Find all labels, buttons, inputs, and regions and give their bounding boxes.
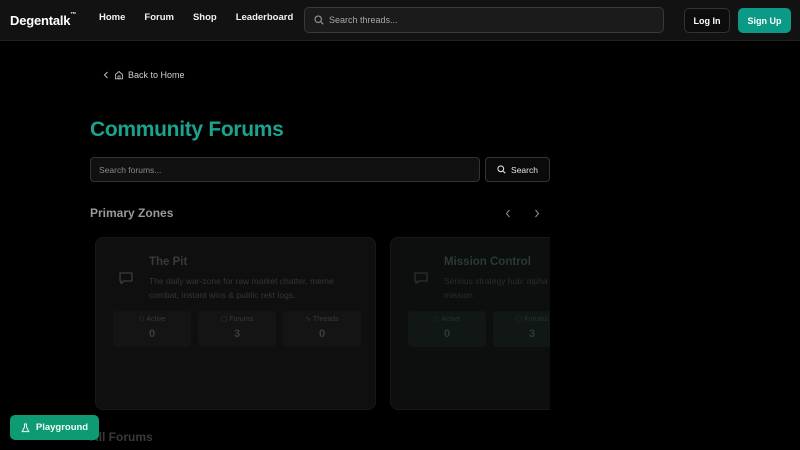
- chevron-left-icon: [103, 71, 108, 79]
- stat-forums: ▢ Forums 3: [198, 311, 276, 347]
- forum-search-button[interactable]: Search: [485, 157, 550, 182]
- zone-stats: ⚇ Active 0 ▢ Forums 3: [408, 311, 550, 347]
- chevron-right-icon: [535, 209, 540, 217]
- playground-button-label: Playground: [35, 422, 89, 433]
- carousel-prev-button[interactable]: [501, 206, 515, 220]
- zone-card-the-pit[interactable]: The Pit The daily war-zone for raw marke…: [95, 237, 376, 410]
- thread-search-box: [304, 7, 664, 33]
- signup-button[interactable]: Sign Up: [738, 8, 791, 33]
- playground-button[interactable]: Playground: [10, 415, 99, 440]
- thread-search-input[interactable]: [329, 8, 649, 32]
- zone-name: The Pit: [149, 256, 188, 268]
- back-link-label: Back to Home: [128, 70, 185, 80]
- stat-active: ⚇ Active 0: [408, 311, 486, 347]
- search-icon: [314, 15, 324, 25]
- primary-zones-title: Primary Zones: [90, 206, 174, 220]
- chat-icon: [119, 272, 133, 285]
- forum-search-box: [90, 157, 480, 182]
- stat-threads: ∿ Threads 0: [283, 311, 361, 347]
- nav-shop[interactable]: Shop: [193, 12, 217, 23]
- home-icon: [115, 70, 123, 80]
- carousel-next-button[interactable]: [530, 206, 544, 220]
- nav-home[interactable]: Home: [99, 12, 125, 23]
- login-button[interactable]: Log In: [684, 8, 730, 33]
- stat-forums: ▢ Forums 3: [493, 311, 550, 347]
- search-icon: [497, 165, 506, 174]
- chevron-left-icon: [505, 209, 510, 217]
- main-nav: Home Forum Shop Leaderboard: [99, 12, 312, 23]
- primary-zones-carousel: The Pit The daily war-zone for raw marke…: [90, 230, 550, 420]
- nav-forum[interactable]: Forum: [144, 12, 174, 23]
- zone-stats: ⚇ Active 0 ▢ Forums 3 ∿ Threads 0: [113, 311, 361, 347]
- zone-name: Mission Control: [444, 256, 531, 268]
- zone-card-mission-control[interactable]: Mission Control Serious strategy hub: al…: [390, 237, 550, 410]
- top-navbar: Degentalk™ Home Forum Shop Leaderboard L…: [0, 0, 800, 41]
- stat-active: ⚇ Active 0: [113, 311, 191, 347]
- chat-icon: [414, 272, 428, 285]
- page-title: Community Forums: [90, 118, 284, 141]
- back-to-home-link[interactable]: Back to Home: [102, 70, 185, 80]
- all-forums-title: All Forums: [90, 430, 153, 444]
- nav-leaderboard[interactable]: Leaderboard: [236, 12, 294, 23]
- site-logo[interactable]: Degentalk™: [10, 12, 76, 28]
- forum-search-button-label: Search: [511, 164, 538, 175]
- zone-description: Serious strategy hub: alpha research dum…: [444, 276, 550, 300]
- forum-search-input[interactable]: [91, 158, 479, 181]
- zone-description: The daily war-zone for raw market chatte…: [149, 276, 334, 300]
- activity-icon: ∿: [305, 316, 313, 323]
- flask-icon: [21, 423, 30, 432]
